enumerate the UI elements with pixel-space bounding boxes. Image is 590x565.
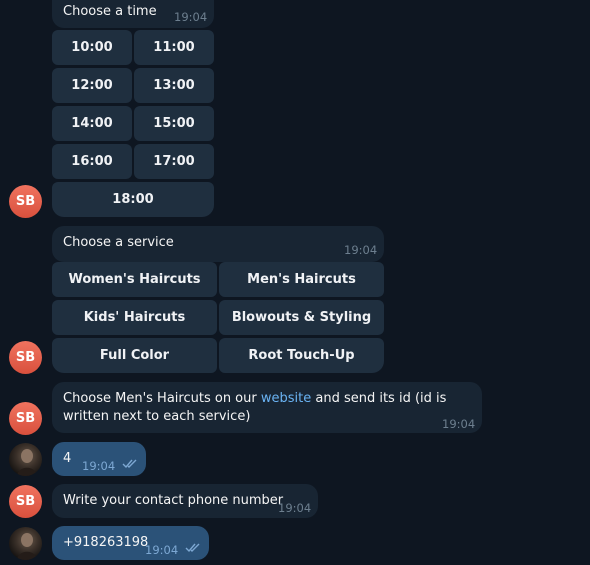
time-prompt-bubble: Choose a time 19:04 bbox=[52, 0, 214, 28]
service-full-color[interactable]: Full Color bbox=[52, 338, 217, 373]
service-info-bubble: Choose Men's Haircuts on our website and… bbox=[52, 382, 482, 433]
service-blowouts-styling[interactable]: Blowouts & Styling bbox=[219, 300, 384, 335]
message-time: 19:04 bbox=[278, 501, 312, 515]
user-message-text: 4 bbox=[63, 451, 72, 466]
time-option-15-00[interactable]: 15:00 bbox=[134, 106, 214, 141]
message-time: 19:04 bbox=[344, 243, 378, 257]
user-message-bubble: 4 19:04 bbox=[52, 442, 146, 476]
read-receipt-icon bbox=[122, 459, 137, 469]
service-womens-haircuts[interactable]: Women's Haircuts bbox=[52, 262, 217, 297]
message-time: 19:04 bbox=[442, 417, 476, 431]
time-option-18-00[interactable]: 18:00 bbox=[52, 182, 214, 217]
time-option-11-00[interactable]: 11:00 bbox=[134, 30, 214, 65]
user-message-bubble: +918263198 19:04 bbox=[52, 526, 209, 560]
contact-prompt-text: Write your contact phone number bbox=[63, 493, 284, 508]
message-time: 19:04 bbox=[145, 543, 179, 557]
user-avatar bbox=[9, 527, 42, 560]
service-kids-haircuts[interactable]: Kids' Haircuts bbox=[52, 300, 217, 335]
contact-prompt-bubble: Write your contact phone number 19:04 bbox=[52, 484, 318, 518]
time-prompt-text: Choose a time bbox=[63, 4, 157, 19]
website-link[interactable]: website bbox=[261, 391, 311, 406]
time-option-14-00[interactable]: 14:00 bbox=[52, 106, 132, 141]
bot-avatar: SB bbox=[9, 341, 42, 374]
time-option-16-00[interactable]: 16:00 bbox=[52, 144, 132, 179]
message-time: 19:04 bbox=[82, 459, 116, 473]
service-mens-haircuts[interactable]: Men's Haircuts bbox=[219, 262, 384, 297]
user-avatar bbox=[9, 443, 42, 476]
bot-avatar: SB bbox=[9, 185, 42, 218]
bot-avatar: SB bbox=[9, 402, 42, 435]
time-option-12-00[interactable]: 12:00 bbox=[52, 68, 132, 103]
user-message-text: +918263198 bbox=[63, 535, 149, 550]
service-info-text: Choose Men's Haircuts on our website and… bbox=[63, 391, 447, 424]
service-prompt-text: Choose a service bbox=[63, 235, 174, 250]
message-time: 19:04 bbox=[174, 10, 208, 24]
time-option-10-00[interactable]: 10:00 bbox=[52, 30, 132, 65]
service-prompt-bubble: Choose a service 19:04 bbox=[52, 226, 384, 262]
read-receipt-icon bbox=[185, 543, 200, 553]
bot-avatar: SB bbox=[9, 485, 42, 518]
time-option-17-00[interactable]: 17:00 bbox=[134, 144, 214, 179]
service-root-touch-up[interactable]: Root Touch-Up bbox=[219, 338, 384, 373]
time-option-13-00[interactable]: 13:00 bbox=[134, 68, 214, 103]
